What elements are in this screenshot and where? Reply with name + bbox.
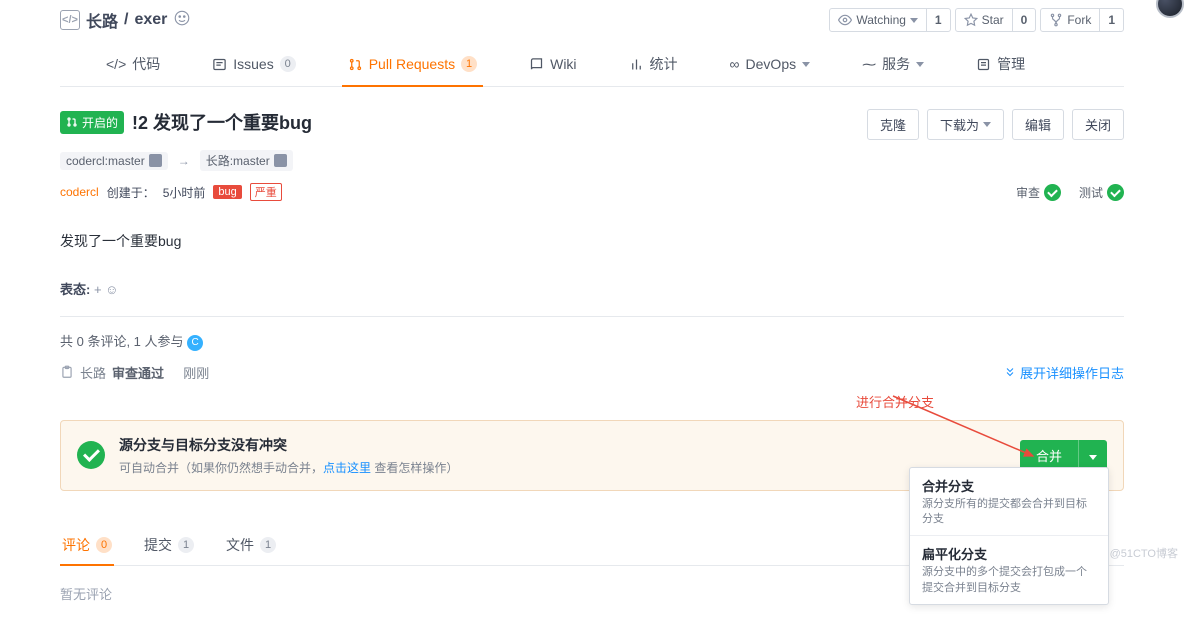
fork-count: 1 [1099,9,1123,31]
star-icon [964,13,978,27]
subtab-comments[interactable]: 评论0 [60,527,114,565]
created-time: 5小时前 [163,184,206,201]
repo-header: </> 长路 / exer Watching 1 Star 0 Fork 1 [60,0,1124,36]
mirror-icon [173,9,191,32]
arrow-right-icon: → [178,154,190,168]
manual-merge-link[interactable]: 点击这里 [323,461,371,475]
watch-button[interactable]: Watching 1 [829,8,950,32]
review-status-text: 审查通过 [112,363,164,382]
pr-meta: codercl 创建于： 5小时前 bug 严重 审查 测试 [60,183,1124,201]
clipboard-icon [60,365,74,379]
pr-count: 1 [461,56,477,72]
merge-dropdown-toggle[interactable] [1078,440,1107,471]
bug-label: bug [213,185,241,199]
clone-button[interactable]: 克隆 [867,109,919,140]
review-status[interactable]: 审查 [1016,184,1061,201]
eye-icon [838,13,852,27]
corner-decoration [1156,0,1184,18]
watermark: @51CTO博客 [1110,545,1178,561]
review-log-line: 长路 审查通过 刚刚 展开详细操作日志 [60,363,1124,382]
merge-box: 源分支与目标分支没有冲突 可自动合并（如果你仍然想手动合并，点击这里 查看怎样操… [60,420,1124,491]
repo-owner[interactable]: 长路 [86,8,118,32]
created-label: 创建于： [107,184,155,201]
test-status[interactable]: 测试 [1079,184,1124,201]
infinity-icon: ∞ [730,56,740,72]
nav-tabs: </>代码 Issues0 Pull Requests1 Wiki 统计 ∞De… [60,36,1124,87]
tab-issues[interactable]: Issues0 [206,46,301,86]
close-button[interactable]: 关闭 [1072,109,1124,140]
fork-button[interactable]: Fork 1 [1040,8,1124,32]
tab-code[interactable]: </>代码 [100,46,166,86]
review-time: 刚刚 [183,363,209,382]
review-user[interactable]: 长路 [80,363,106,382]
star-count: 0 [1012,9,1036,31]
pr-title: !2 发现了一个重要bug [132,109,312,135]
issues-count: 0 [280,56,296,72]
add-emoji[interactable]: + ☺ [94,282,118,297]
subtab-files[interactable]: 文件1 [224,527,278,565]
merge-title: 源分支与目标分支没有冲突 [119,435,458,455]
pr-author[interactable]: codercl [60,185,99,199]
pr-icon [66,116,78,128]
branch-compare: codercl:master → 长路:master [60,150,1124,171]
summary-row: 共 0 条评论, 1 人参与 C [60,316,1124,351]
edit-button[interactable]: 编辑 [1012,109,1064,140]
state-badge: 开启的 [60,111,124,134]
merge-dropdown: 合并分支 源分支所有的提交都会合并到目标分支 扁平化分支 源分支中的多个提交会打… [909,467,1109,606]
tab-pull-requests[interactable]: Pull Requests1 [342,46,483,86]
expand-log-link[interactable]: 展开详细操作日志 [1004,363,1124,382]
check-circle-icon [1107,184,1124,201]
download-button[interactable]: 下载为 [927,109,1004,140]
merge-subtitle: 可自动合并（如果你仍然想手动合并，点击这里 查看怎样操作） [119,459,458,476]
tab-manage[interactable]: 管理 [970,46,1031,86]
pr-icon [348,57,363,72]
merge-button-group: 合并 [1020,440,1107,471]
book-icon [529,57,544,72]
code-icon: </> [106,56,126,72]
stats-icon [629,57,644,72]
severity-label: 严重 [250,183,282,201]
caret-down-icon [983,122,991,127]
watch-count: 1 [926,9,950,31]
shield-icon [149,154,162,167]
repo-icon: </> [60,10,80,30]
pr-header: 开启的 !2 发现了一个重要bug 克隆 下载为 编辑 关闭 [60,109,1124,140]
tab-devops[interactable]: ∞DevOps [724,46,817,86]
subtab-commits[interactable]: 提交1 [142,527,196,565]
merge-button[interactable]: 合并 [1020,440,1078,471]
repo-actions: Watching 1 Star 0 Fork 1 [829,8,1124,32]
star-button[interactable]: Star 0 [955,8,1037,32]
merge-option-merge[interactable]: 合并分支 源分支所有的提交都会合并到目标分支 [910,468,1108,537]
check-circle-icon [77,441,105,469]
pr-description: 发现了一个重要bug [60,231,1124,251]
manage-icon [976,57,991,72]
annotation-text: 进行合并分支 [856,392,934,411]
source-branch[interactable]: codercl:master [60,152,168,170]
tab-wiki[interactable]: Wiki [523,46,582,86]
check-circle-icon [1044,184,1061,201]
merge-option-squash[interactable]: 扁平化分支 源分支中的多个提交会打包成一个提交合并到目标分支 [910,536,1108,604]
pulse-icon: ⁓ [862,56,876,73]
target-branch[interactable]: 长路:master [200,150,293,171]
tab-stats[interactable]: 统计 [623,46,684,86]
tab-service[interactable]: ⁓服务 [856,46,930,86]
shield-icon [274,154,287,167]
chevrons-down-icon [1004,366,1016,378]
avatar[interactable]: C [187,335,203,351]
caret-down-icon [1089,455,1097,460]
fork-icon [1049,13,1063,27]
caret-down-icon [802,62,810,67]
annotation-layer: 进行合并分支 [60,392,1124,420]
repo-path: </> 长路 / exer [60,8,191,32]
emoji-row: 表态: + ☺ [60,279,1124,298]
repo-name[interactable]: exer [134,11,167,29]
issues-icon [212,57,227,72]
caret-down-icon [916,62,924,67]
caret-down-icon [910,18,918,23]
